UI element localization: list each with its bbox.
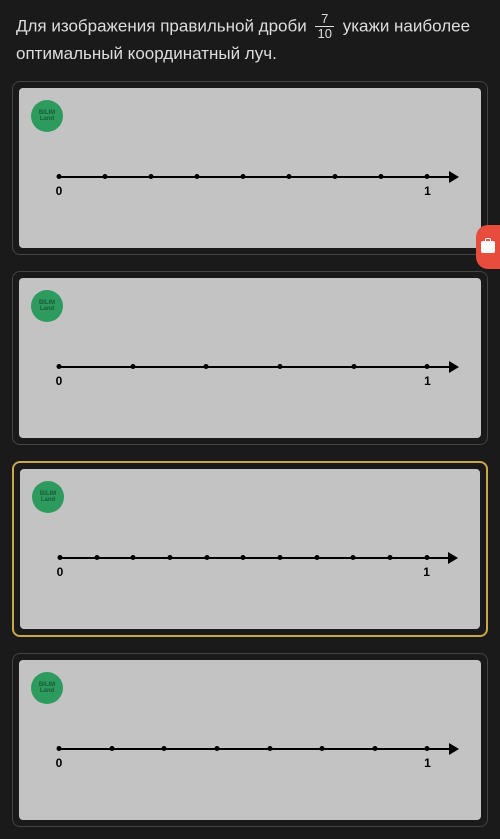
tick-mark: [351, 364, 356, 369]
tick-mark: [278, 364, 283, 369]
number-line: 01: [59, 742, 451, 772]
tick-mark: [351, 555, 356, 560]
axis-start-label: 0: [56, 756, 63, 770]
options-list: BILIMLand01BILIMLand01BILIMLand01BILIMLa…: [12, 81, 488, 827]
tick-mark: [379, 174, 384, 179]
tick-mark: [425, 746, 430, 751]
fraction-numerator: 7: [315, 12, 333, 27]
tick-mark: [425, 174, 430, 179]
bilim-land-logo: BILIMLand: [31, 290, 63, 322]
option-2[interactable]: BILIMLand01: [12, 271, 488, 445]
camera-icon: [481, 241, 495, 253]
option-1[interactable]: BILIMLand01: [12, 81, 488, 255]
tick-mark: [57, 746, 62, 751]
tick-mark: [267, 746, 272, 751]
number-line: 01: [59, 360, 451, 390]
fraction-denominator: 10: [315, 27, 333, 41]
tick-mark: [94, 555, 99, 560]
option-card: BILIMLand01: [19, 88, 481, 248]
axis-end-label: 1: [424, 374, 431, 388]
tick-mark: [287, 174, 292, 179]
fraction: 7 10: [315, 12, 333, 42]
tick-mark: [167, 555, 172, 560]
axis-start-label: 0: [56, 374, 63, 388]
tick-mark: [277, 555, 282, 560]
axis-start-label: 0: [56, 184, 63, 198]
axis-start-label: 0: [57, 565, 64, 579]
tick-mark: [162, 746, 167, 751]
option-card: BILIMLand01: [19, 278, 481, 438]
tick-mark: [204, 364, 209, 369]
question-text: Для изображения правильной дроби 7 10 ук…: [12, 12, 488, 65]
tick-mark: [214, 746, 219, 751]
tick-mark: [320, 746, 325, 751]
number-line: 01: [60, 551, 450, 581]
option-4[interactable]: BILIMLand01: [12, 653, 488, 827]
option-card: BILIMLand01: [20, 469, 480, 629]
tick-mark: [195, 174, 200, 179]
number-line: 01: [59, 170, 451, 200]
tick-mark: [241, 174, 246, 179]
tick-mark: [387, 555, 392, 560]
side-tab-button[interactable]: [476, 225, 500, 269]
arrow-right-icon: [449, 743, 459, 755]
tick-mark: [241, 555, 246, 560]
axis-end-label: 1: [424, 756, 431, 770]
option-3[interactable]: BILIMLand01: [12, 461, 488, 637]
bilim-land-logo: BILIMLand: [32, 481, 64, 513]
axis-end-label: 1: [424, 184, 431, 198]
tick-mark: [57, 364, 62, 369]
arrow-right-icon: [449, 361, 459, 373]
tick-mark: [131, 555, 136, 560]
tick-mark: [314, 555, 319, 560]
tick-mark: [333, 174, 338, 179]
tick-mark: [130, 364, 135, 369]
question-before: Для изображения правильной дроби: [16, 16, 307, 35]
tick-mark: [58, 555, 63, 560]
bilim-land-logo: BILIMLand: [31, 100, 63, 132]
option-card: BILIMLand01: [19, 660, 481, 820]
tick-mark: [372, 746, 377, 751]
arrow-right-icon: [448, 552, 458, 564]
axis-end-label: 1: [423, 565, 430, 579]
tick-mark: [103, 174, 108, 179]
bilim-land-logo: BILIMLand: [31, 672, 63, 704]
tick-mark: [57, 174, 62, 179]
tick-mark: [109, 746, 114, 751]
tick-mark: [204, 555, 209, 560]
tick-mark: [424, 555, 429, 560]
tick-mark: [425, 364, 430, 369]
tick-mark: [149, 174, 154, 179]
arrow-right-icon: [449, 171, 459, 183]
